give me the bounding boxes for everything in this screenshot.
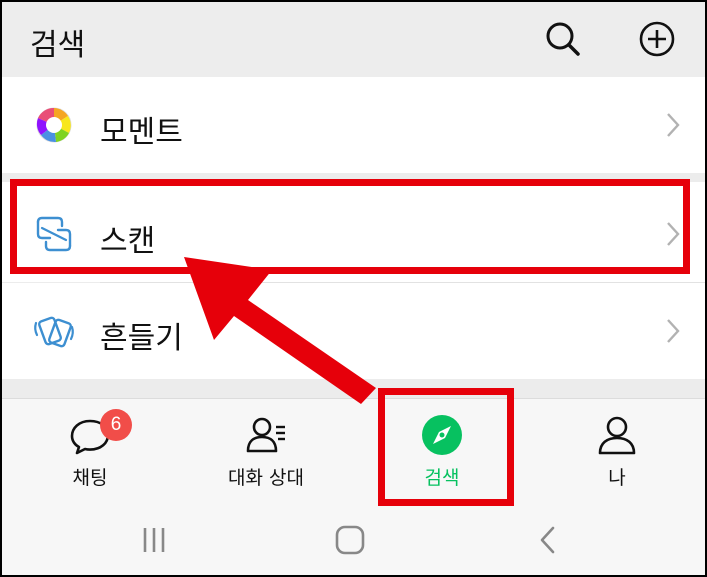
chevron-right-icon <box>667 222 680 246</box>
tab-label: 채팅 <box>72 467 108 489</box>
search-icon[interactable] <box>544 20 582 58</box>
tab-discover[interactable]: 검색 <box>354 399 530 504</box>
app-header: 검색 <box>2 2 705 77</box>
contacts-icon <box>246 417 285 453</box>
scan-icon <box>36 216 72 252</box>
menu-item-label: 흔들기 <box>100 321 183 356</box>
person-icon <box>598 416 636 455</box>
tab-label: 나 <box>608 467 626 489</box>
tab-contacts[interactable]: 대화 상대 <box>178 399 354 504</box>
tab-me[interactable]: 나 <box>529 399 705 504</box>
moments-aperture-icon <box>36 107 72 143</box>
page-title: 검색 <box>30 28 86 63</box>
plus-circle-icon[interactable] <box>638 20 676 58</box>
chevron-right-icon <box>667 113 680 137</box>
menu-item-shake[interactable]: 흔들기 <box>2 283 705 379</box>
menu-item-scan[interactable]: 스캔 <box>2 182 705 282</box>
tab-chats[interactable]: 6 채팅 <box>2 399 178 504</box>
compass-icon <box>422 415 462 455</box>
home-icon[interactable] <box>332 522 368 558</box>
shake-icon <box>34 316 74 348</box>
system-nav-bar <box>2 504 705 575</box>
tab-label: 검색 <box>424 467 460 489</box>
menu-item-label: 모멘트 <box>100 115 183 150</box>
menu-item-label: 스캔 <box>100 224 156 259</box>
phone-screen: 검색 모멘트 스캔 흔들기 6 채팅 대화 상대 검색 나 <box>2 2 705 575</box>
back-icon[interactable] <box>530 522 566 558</box>
bottom-tab-bar: 6 채팅 대화 상대 검색 나 <box>2 398 705 504</box>
chevron-right-icon <box>667 319 680 343</box>
recent-apps-icon[interactable] <box>136 522 172 558</box>
tab-label: 대화 상대 <box>228 467 304 489</box>
unread-badge: 6 <box>100 409 132 441</box>
menu-item-moments[interactable]: 모멘트 <box>2 77 705 173</box>
